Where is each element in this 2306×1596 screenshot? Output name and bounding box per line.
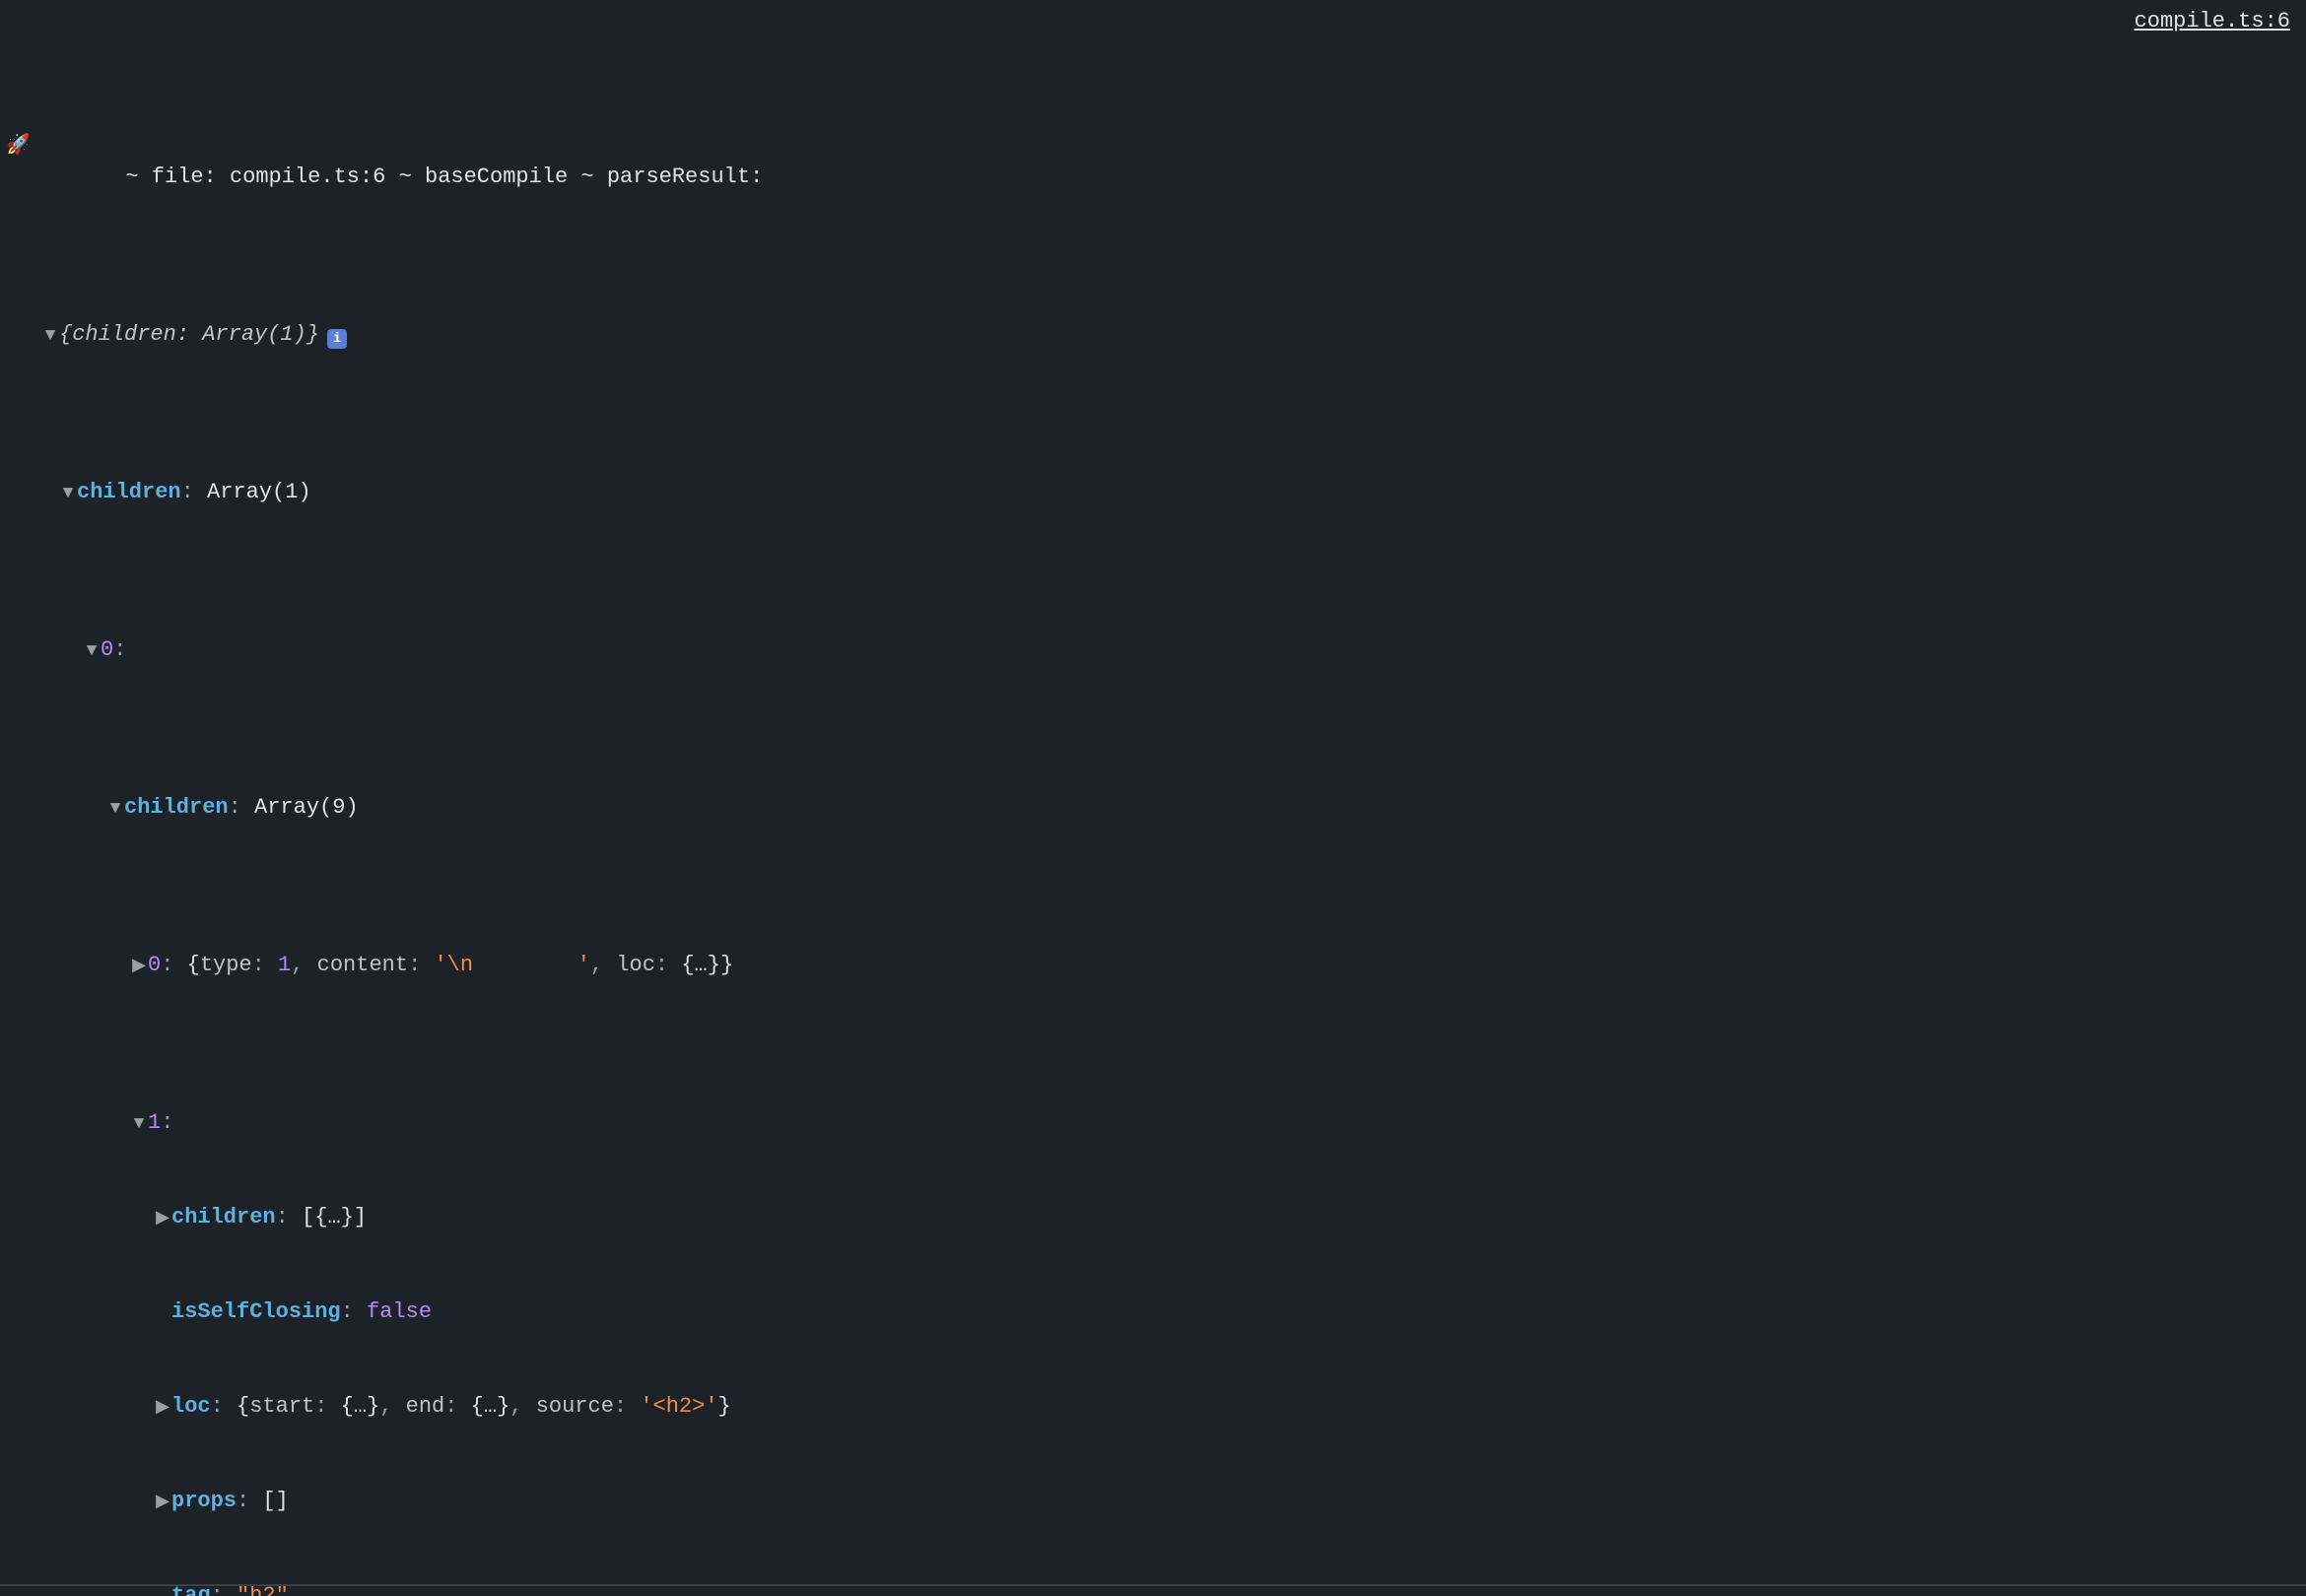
chevron-right-icon[interactable]: ▶ [154,1392,171,1424]
chevron-down-icon[interactable]: ▼ [41,320,59,352]
tree-row[interactable]: ▼1: [6,1107,2300,1139]
tree-row[interactable]: ▶loc: {start: {…}, end: {…}, source: '<h… [6,1391,2300,1423]
chevron-down-icon[interactable]: ▼ [83,635,101,667]
info-badge-icon[interactable]: i [327,329,347,349]
console-panel: 🚀 ~ file: compile.ts:6 ~ baseCompile ~ p… [0,0,2306,1596]
log-header-row[interactable]: 🚀 ~ file: compile.ts:6 ~ baseCompile ~ p… [6,130,2300,162]
source-file-link[interactable]: compile.ts:6 [2135,6,2290,37]
tree-row[interactable]: ▶0: {type: 1, content: '\n ', loc: {…}} [6,950,2300,981]
chevron-right-icon[interactable]: ▶ [154,1487,171,1518]
rocket-icon: 🚀 [6,131,31,163]
tree-row[interactable]: ▼children: Array(9) [6,792,2300,824]
chevron-right-icon[interactable]: ▶ [154,1203,171,1234]
chevron-down-icon[interactable]: ▼ [106,793,124,825]
tree-row[interactable]: ▶tag: "h2" [6,1580,2300,1596]
tree-row[interactable]: ▶isSelfClosing: false [6,1297,2300,1328]
panel-divider [0,1584,2306,1586]
chevron-down-icon[interactable]: ▼ [130,1108,148,1140]
tree-row[interactable]: ▶props: [] [6,1486,2300,1517]
tree-row[interactable]: ▼0: [6,634,2300,666]
log-header-text: ~ file: compile.ts:6 ~ baseCompile ~ par… [34,130,763,225]
tree-row[interactable]: ▼children: Array(1) [6,477,2300,508]
chevron-right-icon[interactable]: ▶ [130,951,148,982]
chevron-down-icon[interactable]: ▼ [59,478,77,509]
root-summary: {children: Array(1)} [59,319,319,351]
tree-row-root[interactable]: ▼{children: Array(1)} i [6,319,2300,351]
tree-row[interactable]: ▶children: [{…}] [6,1202,2300,1233]
